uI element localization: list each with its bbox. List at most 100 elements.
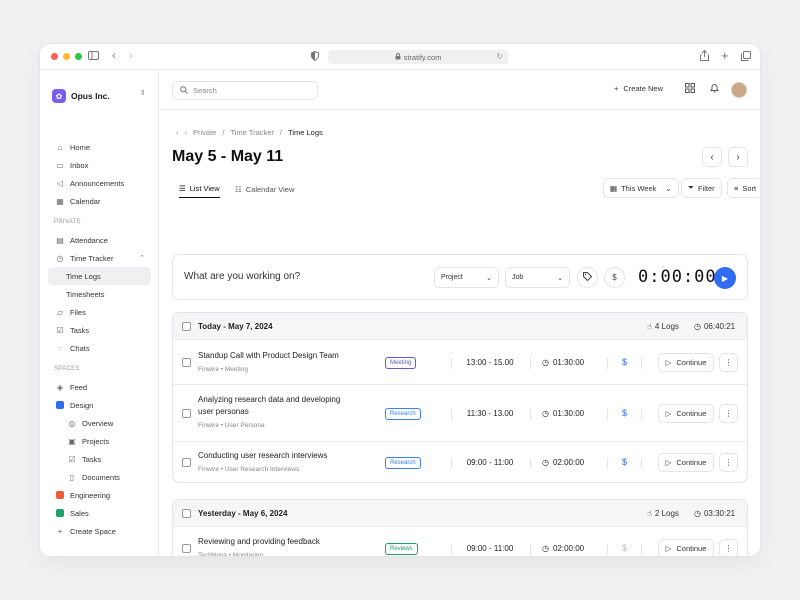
top-bar: Search + Create New: [160, 70, 760, 110]
sidebar-item-attendance[interactable]: ▤ Attendance: [48, 231, 151, 249]
sidebar-item-time-tracker[interactable]: ◷ Time Tracker ⌃: [48, 249, 151, 267]
sidebar-item-create-space[interactable]: + Create Space: [48, 522, 151, 540]
sidebar-item-files[interactable]: ▱ Files: [48, 303, 151, 321]
sidebar-item-time-logs[interactable]: Time Logs: [48, 267, 151, 285]
sort-button[interactable]: ≡ Sort: [727, 178, 760, 198]
browser-window: ‹ › stratify.com ↻ + ✿ Opus Inc. ⇕ ⌂ Home…: [40, 44, 760, 556]
start-timer-button[interactable]: ▶: [714, 267, 736, 289]
sidebar-item-engineering[interactable]: Engineering: [48, 486, 151, 504]
document-icon: ▯: [69, 472, 75, 482]
close-window-button[interactable]: [51, 53, 58, 60]
billable-dollar-icon[interactable]: $: [622, 457, 627, 467]
sidebar-item-design-tasks[interactable]: ☑ Tasks: [48, 450, 151, 468]
row-checkbox[interactable]: [182, 543, 191, 553]
table-row[interactable]: Standup Call with Product Design Team Fin…: [173, 340, 747, 385]
row-checkbox[interactable]: [182, 458, 191, 467]
sidebar-item-design[interactable]: Design: [48, 396, 151, 414]
row-more-button[interactable]: ⋮: [719, 403, 738, 423]
avatar[interactable]: [731, 82, 747, 98]
select-all-checkbox[interactable]: [182, 322, 191, 331]
table-row[interactable]: Reviewing and providing feedback TechNova…: [173, 527, 747, 556]
continue-button[interactable]: ▷ Continue: [658, 403, 714, 423]
continue-button[interactable]: ▷ Continue: [658, 352, 714, 372]
address-bar[interactable]: stratify.com ↻: [328, 50, 508, 64]
divider: [607, 543, 608, 555]
timer-description-input[interactable]: What are you working on?: [184, 271, 300, 282]
new-tab-icon[interactable]: +: [721, 48, 729, 63]
row-checkbox[interactable]: [182, 408, 191, 418]
sidebar-item-label: Attendance: [70, 235, 108, 245]
sidebar-item-inbox[interactable]: ▭ Inbox: [48, 156, 151, 174]
sidebar-item-projects[interactable]: ▣ Projects: [48, 432, 151, 450]
job-select[interactable]: Job ⌄: [505, 267, 570, 288]
sidebar-item-calendar[interactable]: ▦ Calendar: [48, 192, 151, 210]
sidebar-item-label: Overview: [82, 418, 114, 428]
clock-icon: ◷: [542, 458, 549, 467]
row-more-button[interactable]: ⋮: [719, 538, 738, 556]
search-icon: [180, 85, 188, 96]
back-chevron-icon[interactable]: ‹: [176, 128, 179, 137]
tab-list-view[interactable]: ☰ List View: [179, 180, 220, 198]
select-all-checkbox[interactable]: [182, 509, 191, 518]
clock-icon: ◷: [694, 509, 701, 518]
create-new-button[interactable]: + Create New: [614, 84, 663, 93]
row-title: Analyzing research data and developing u…: [198, 395, 341, 416]
back-icon[interactable]: ‹: [112, 50, 116, 62]
sidebar-item-documents[interactable]: ▯ Documents: [48, 468, 151, 486]
sidebar-item-timesheets[interactable]: Timesheets: [48, 285, 151, 303]
folder-icon: ▱: [56, 307, 64, 317]
group-total-time: ◷ 06:40:21: [694, 322, 735, 331]
clock-icon: ◷: [542, 408, 549, 418]
sidebar-item-home[interactable]: ⌂ Home: [48, 138, 151, 156]
search-input[interactable]: Search: [172, 81, 318, 100]
next-week-button[interactable]: ›: [728, 147, 748, 167]
row-tag: Reviews: [385, 542, 418, 555]
tabs-overview-icon[interactable]: [741, 51, 751, 61]
forward-chevron-icon[interactable]: ›: [185, 128, 188, 137]
breadcrumb-time-tracker[interactable]: Time Tracker: [230, 128, 273, 137]
row-more-button[interactable]: ⋮: [719, 453, 738, 472]
row-time-range: 09:00 - 11:00: [466, 458, 514, 467]
continue-button[interactable]: ▷ Continue: [658, 538, 714, 556]
sidebar-item-announcements[interactable]: ◁ Announcements: [48, 174, 151, 192]
sidebar-item-label: Chats: [70, 343, 90, 353]
row-checkbox[interactable]: [182, 357, 191, 367]
sidebar-item-overview[interactable]: ◎ Overview: [48, 414, 151, 432]
billable-dollar-icon[interactable]: $: [622, 357, 627, 367]
chevron-updown-icon[interactable]: ⇕: [140, 89, 146, 97]
billable-dollar-icon[interactable]: $: [622, 543, 627, 553]
table-row[interactable]: Conducting user research interviews Finwi…: [173, 442, 747, 482]
sidebar-item-feed[interactable]: ◈ Feed: [48, 378, 151, 396]
sidebar-toggle-icon[interactable]: [88, 51, 99, 60]
continue-button[interactable]: ▷ Continue: [658, 453, 714, 472]
plus-icon: +: [614, 84, 619, 93]
row-more-button[interactable]: ⋮: [719, 352, 738, 372]
sidebar-item-sales[interactable]: Sales: [48, 504, 151, 522]
apps-grid-icon[interactable]: [685, 83, 695, 96]
row-time-range: 09:00 - 11:00: [466, 543, 514, 553]
maximize-window-button[interactable]: [75, 53, 82, 60]
group-header: Yesterday - May 6, 2024 ☝ 2 Logs ◷ 03:30:21: [173, 500, 747, 527]
bell-icon[interactable]: [710, 83, 719, 96]
billable-dollar-icon[interactable]: $: [622, 408, 627, 418]
date-range-select[interactable]: ▦ This Week ⌄: [603, 178, 679, 198]
share-icon[interactable]: [700, 50, 709, 61]
section-label-spaces: SPACES: [54, 366, 80, 372]
divider: [451, 543, 452, 555]
previous-week-button[interactable]: ‹: [702, 147, 722, 167]
billable-toggle[interactable]: $: [604, 267, 625, 288]
minimize-window-button[interactable]: [63, 53, 70, 60]
breadcrumb-private[interactable]: Private: [193, 128, 216, 137]
breadcrumb-time-logs: Time Logs: [288, 128, 323, 137]
table-row[interactable]: Analyzing research data and developing u…: [173, 385, 747, 442]
project-select[interactable]: Project ⌄: [434, 267, 499, 288]
reload-icon[interactable]: ↻: [496, 52, 503, 61]
window-controls: [51, 53, 82, 60]
tab-calendar-view[interactable]: ☷ Calendar View: [235, 180, 294, 198]
filter-button[interactable]: ⏷ Filter: [681, 178, 722, 198]
tag-button[interactable]: [577, 267, 598, 288]
privacy-shield-icon[interactable]: [311, 51, 319, 61]
sidebar-item-tasks[interactable]: ☑ Tasks: [48, 321, 151, 339]
sidebar-item-chats[interactable]: ◌ Chats: [48, 339, 151, 357]
forward-icon[interactable]: ›: [129, 50, 133, 62]
